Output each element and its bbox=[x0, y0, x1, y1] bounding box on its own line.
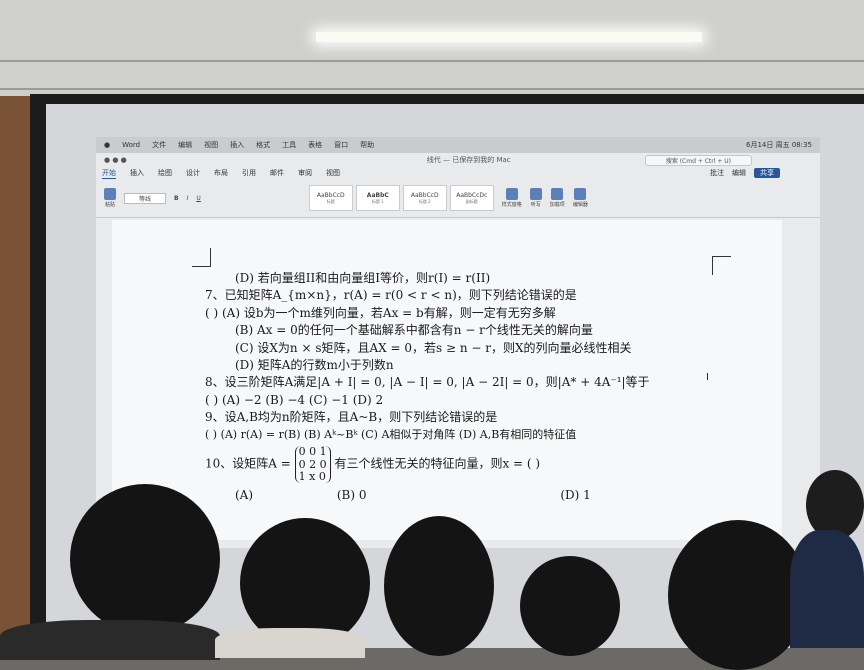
option-line: (D) 若向量组II和由向量组I等价，则r(I) = r(II) bbox=[235, 271, 491, 285]
pen-icon bbox=[574, 188, 587, 200]
question-line-10: 10、设矩阵A = 0 0 1 0 2 0 1 x 0 有三个线性无关的特征向量… bbox=[205, 445, 745, 483]
clipboard-icon bbox=[104, 188, 116, 200]
document-body[interactable]: (D) 若向量组II和由向量组I等价，则r(I) = r(II) 7、已知矩阵A… bbox=[205, 270, 745, 504]
ceiling-grid-line bbox=[0, 60, 864, 62]
style-sample: AaBbCcD bbox=[316, 191, 345, 199]
font-select[interactable]: 等线 bbox=[124, 192, 167, 204]
ribbon-tabs: 开始 插入 绘图 设计 布局 引用 邮件 审阅 视图 批注 编辑 共享 bbox=[96, 167, 820, 179]
document-title: 线代 — 已保存到我的 Mac bbox=[426, 156, 511, 164]
editing-button[interactable]: 编辑 bbox=[732, 168, 746, 178]
style-label: 标题 2 bbox=[418, 198, 431, 204]
search-input[interactable]: 搜索 (Cmd + Ctrl + U) bbox=[644, 154, 752, 166]
dictate-label: 听写 bbox=[530, 202, 541, 208]
style-title[interactable]: AaBbCcD 标题 bbox=[308, 185, 353, 211]
italic-button[interactable]: I bbox=[187, 195, 189, 202]
addins-label: 加载项 bbox=[549, 202, 565, 208]
underline-button[interactable]: U bbox=[196, 195, 200, 202]
question-line: 8、设三阶矩阵A满足|A + I| = 0, |A − I| = 0, |A −… bbox=[205, 375, 650, 390]
style-label: 标题 1 bbox=[371, 198, 384, 204]
style-label: 副标题 bbox=[465, 198, 478, 204]
matrix-a: 0 0 1 0 2 0 1 x 0 bbox=[294, 445, 331, 483]
tab-layout[interactable]: 布局 bbox=[214, 168, 228, 178]
option-line: ( ) (A) −2 (B) −4 (C) −1 (D) 2 bbox=[205, 392, 384, 407]
grid-icon bbox=[551, 188, 564, 200]
style-subtitle[interactable]: AaBbCcDc 副标题 bbox=[449, 185, 494, 211]
tab-home[interactable]: 开始 bbox=[102, 168, 116, 179]
paste-label: 粘贴 bbox=[104, 202, 115, 208]
menu-item-app[interactable]: Word bbox=[122, 141, 140, 149]
menu-item-view[interactable]: 视图 bbox=[204, 140, 218, 150]
tab-insert[interactable]: 插入 bbox=[130, 168, 144, 178]
menu-item-insert[interactable]: 插入 bbox=[230, 140, 244, 150]
styles-pane-icon bbox=[505, 188, 518, 200]
paste-button[interactable]: 粘贴 bbox=[104, 188, 116, 208]
style-sample: AaBbCcDc bbox=[456, 191, 488, 199]
microphone-icon bbox=[529, 188, 542, 200]
option-line: ( ) (A) r(A) = r(B) (B) Aᵏ~Bᵏ (C) A相似于对角… bbox=[205, 427, 577, 441]
style-heading-2[interactable]: AaBbCcD 标题 2 bbox=[402, 185, 447, 211]
option-line: (D) 矩阵A的行数m小于列数n bbox=[235, 357, 394, 372]
question-line: 9、设A,B均为n阶矩阵，且A~B，则下列结论错误的是 bbox=[205, 410, 498, 425]
option-a: (A) bbox=[235, 487, 254, 502]
dictate-button[interactable]: 听写 bbox=[529, 188, 542, 208]
wooden-wall bbox=[0, 96, 34, 648]
menu-item-table[interactable]: 表格 bbox=[308, 140, 322, 150]
style-sample: AaBbCcD bbox=[410, 191, 439, 199]
mac-menubar: ● Word 文件 编辑 视图 插入 格式 工具 表格 窗口 帮助 6月14日 … bbox=[96, 137, 820, 153]
matrix-row: 1 x 0 bbox=[298, 469, 326, 483]
option-line: (A) (B) 0 (D) 1 bbox=[205, 487, 745, 504]
ribbon: 粘贴 等线 B I U AaBbCcD 标题 AaBbC 标题 1 AaBbCc… bbox=[96, 179, 820, 218]
ceiling bbox=[0, 0, 864, 100]
option-b: (B) 0 bbox=[336, 487, 367, 502]
text-cursor-icon: I bbox=[706, 372, 709, 383]
tab-view[interactable]: 视图 bbox=[326, 168, 340, 178]
addins-button[interactable]: 加载项 bbox=[550, 188, 565, 208]
matrix-row: 0 0 1 bbox=[298, 445, 327, 459]
menu-item-tools[interactable]: 工具 bbox=[282, 140, 296, 150]
comments-button[interactable]: 批注 bbox=[710, 168, 724, 178]
option-line: (B) Ax = 0的任何一个基础解系中都含有n − r个线性无关的解向量 bbox=[235, 323, 593, 338]
style-sample: AaBbC bbox=[366, 191, 389, 199]
styles-pane-button[interactable]: 样式窗格 bbox=[502, 188, 522, 208]
editor-button[interactable]: 编辑器 bbox=[573, 188, 588, 208]
menu-item-file[interactable]: 文件 bbox=[152, 140, 166, 150]
menu-item-edit[interactable]: 编辑 bbox=[178, 140, 192, 150]
editor-label: 编辑器 bbox=[572, 202, 588, 208]
tab-draw[interactable]: 绘图 bbox=[158, 168, 172, 178]
tab-references[interactable]: 引用 bbox=[242, 168, 256, 178]
title-bar: ● ● ● 线代 — 已保存到我的 Mac 搜索 (Cmd + Ctrl + U… bbox=[96, 153, 820, 167]
margin-corner bbox=[192, 248, 211, 267]
menubar-clock[interactable]: 6月14日 周五 08:35 bbox=[746, 140, 812, 150]
option-line: (C) 设X为n × s矩阵，且AX = 0，若s ≥ n − r，则X的列向量… bbox=[235, 340, 632, 355]
question-text: 有三个线性无关的特征向量，则x = ( ) bbox=[334, 457, 541, 472]
option-line: ( ) (A) 设b为一个m维列向量，若Ax = b有解，则一定有无穷多解 bbox=[205, 305, 556, 320]
tab-mailings[interactable]: 邮件 bbox=[270, 168, 284, 178]
option-d: (D) 1 bbox=[560, 487, 591, 502]
bold-button[interactable]: B bbox=[174, 195, 179, 202]
menu-item-format[interactable]: 格式 bbox=[256, 140, 270, 150]
tab-review[interactable]: 审阅 bbox=[298, 168, 312, 178]
tab-design[interactable]: 设计 bbox=[186, 168, 200, 178]
question-text: 10、设矩阵A = bbox=[205, 457, 291, 472]
menu-item-help[interactable]: 帮助 bbox=[360, 140, 374, 150]
styles-gallery: AaBbCcD 标题 AaBbC 标题 1 AaBbCcD 标题 2 AaBbC… bbox=[308, 185, 494, 211]
styles-pane-label: 样式窗格 bbox=[501, 202, 522, 208]
style-label: 标题 bbox=[326, 198, 335, 204]
style-heading-1[interactable]: AaBbC 标题 1 bbox=[355, 185, 400, 211]
window-controls[interactable]: ● ● ● bbox=[104, 156, 127, 164]
matrix-row: 0 2 0 bbox=[298, 457, 327, 471]
apple-icon[interactable]: ● bbox=[104, 141, 110, 149]
menu-item-window[interactable]: 窗口 bbox=[334, 140, 348, 150]
ceiling-grid-line bbox=[0, 88, 864, 90]
share-button[interactable]: 共享 bbox=[754, 168, 780, 178]
ceiling-light bbox=[316, 32, 702, 42]
question-line: 7、已知矩阵A_{m×n}，r(A) = r(0 < r < n)，则下列结论错… bbox=[205, 288, 577, 303]
